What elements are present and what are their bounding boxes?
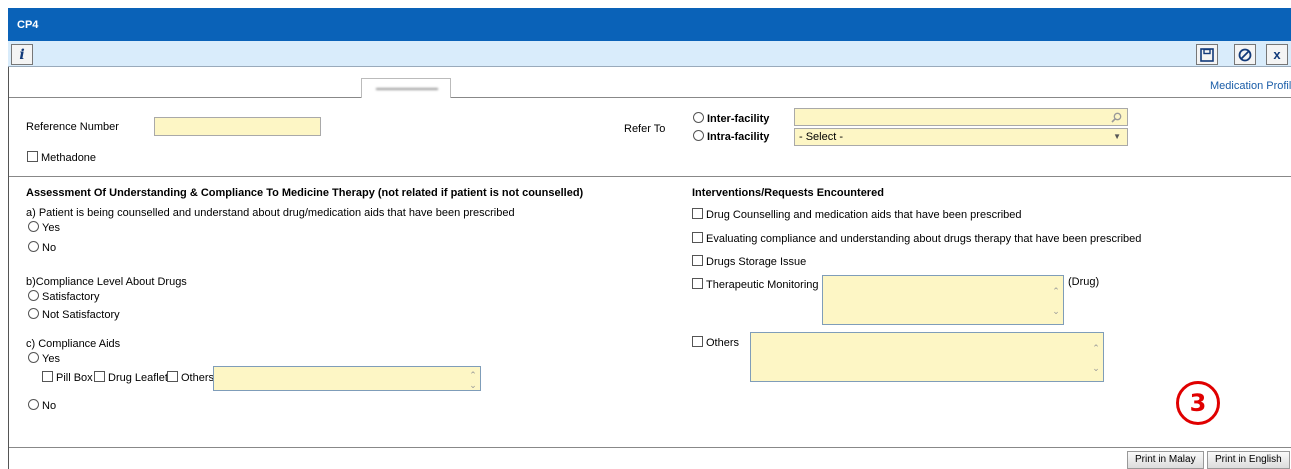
evaluating-checkbox[interactable] [692,232,703,243]
therapeutic-monitoring-textarea[interactable]: ⌃ ⌄ [822,275,1064,325]
textarea-scroll-arrows[interactable]: ⌃ ⌄ [467,370,479,390]
interventions-others-label: Others [706,337,740,349]
info-icon: i [19,46,25,63]
intra-facility-label: Intra-facility [707,131,770,143]
inter-facility-label: Inter-facility [707,113,770,125]
pill-box-checkbox[interactable] [42,371,53,382]
question-a-label: a) Patient is being counselled and under… [26,207,515,219]
compliance-others-checkbox[interactable] [167,371,178,382]
drugs-storage-checkbox[interactable] [692,255,703,266]
footer-divider [9,447,1291,448]
save-button[interactable] [1196,44,1218,65]
step-annotation-circle: 3 [1176,381,1220,425]
tab-active[interactable] [361,78,451,98]
assessment-title: Assessment Of Understanding & Compliance… [26,187,584,199]
drug-counselling-checkbox[interactable] [692,208,703,219]
close-button[interactable]: x [1266,44,1288,65]
question-c-no-label: No [42,400,57,412]
chevron-down-icon: ▼ [1113,132,1121,141]
step-annotation-number: 3 [1189,389,1207,417]
search-icon[interactable] [1111,112,1122,123]
question-c-yes-radio[interactable] [28,352,39,363]
therapeutic-monitoring-checkbox[interactable] [692,278,703,289]
inter-facility-radio[interactable] [693,112,704,123]
intra-facility-select-value: - Select - [799,131,844,143]
intra-facility-radio[interactable] [693,130,704,141]
compliance-others-label: Others [181,372,215,384]
drug-leaflet-checkbox[interactable] [94,371,105,382]
tab-label-redacted [376,88,438,90]
save-icon [1200,47,1214,62]
cancel-icon [1238,48,1252,61]
section-divider [9,176,1291,177]
drug-counselling-label: Drug Counselling and medication aids tha… [706,209,1022,221]
window-title-bar: CP4 [8,8,1291,41]
drug-suffix-label: (Drug) [1068,276,1100,288]
satisfactory-radio[interactable] [28,290,39,301]
pill-box-label: Pill Box [56,372,93,384]
evaluating-label: Evaluating compliance and understanding … [706,233,1142,245]
interventions-others-textarea[interactable]: ⌃ ⌄ [750,332,1104,382]
refer-to-label: Refer To [624,123,666,135]
question-a-yes-label: Yes [42,222,60,234]
question-a-no-radio[interactable] [28,241,39,252]
textarea-scroll-arrows[interactable]: ⌃ ⌄ [1090,343,1102,373]
interventions-others-checkbox[interactable] [692,336,703,347]
not-satisfactory-label: Not Satisfactory [42,309,120,321]
reference-number-input[interactable] [154,117,321,136]
question-a-yes-radio[interactable] [28,221,39,232]
tab-strip-line-right [451,97,1291,98]
question-a-no-label: No [42,242,57,254]
therapeutic-monitoring-label: Therapeutic Monitoring [706,279,819,291]
methadone-label: Methadone [41,152,97,164]
inter-facility-search-input[interactable] [794,108,1128,126]
not-satisfactory-radio[interactable] [28,308,39,319]
textarea-scroll-arrows[interactable]: ⌃ ⌄ [1050,286,1062,316]
question-c-yes-label: Yes [42,353,60,365]
info-button[interactable]: i [11,44,33,65]
drug-leaflet-label: Drug Leaflet [108,372,168,384]
print-english-button[interactable]: Print in English [1207,451,1290,469]
medication-profile-link[interactable]: Medication Profile [1210,80,1291,92]
compliance-others-textarea[interactable]: ⌃ ⌄ [213,366,481,391]
reference-number-label: Reference Number [26,121,119,133]
window-title: CP4 [17,19,39,31]
methadone-checkbox[interactable] [27,151,38,162]
interventions-title: Interventions/Requests Encountered [692,187,884,199]
question-b-label: b)Compliance Level About Drugs [26,276,187,288]
print-malay-button[interactable]: Print in Malay [1127,451,1204,469]
drugs-storage-label: Drugs Storage Issue [706,256,807,268]
toolbar: i x [8,41,1291,67]
question-c-label: c) Compliance Aids [26,338,121,350]
close-icon: x [1273,47,1281,62]
intra-facility-select[interactable]: - Select - ▼ [794,128,1128,146]
cancel-button[interactable] [1234,44,1256,65]
question-c-no-radio[interactable] [28,399,39,410]
satisfactory-label: Satisfactory [42,291,100,303]
tab-strip-line [9,97,361,98]
